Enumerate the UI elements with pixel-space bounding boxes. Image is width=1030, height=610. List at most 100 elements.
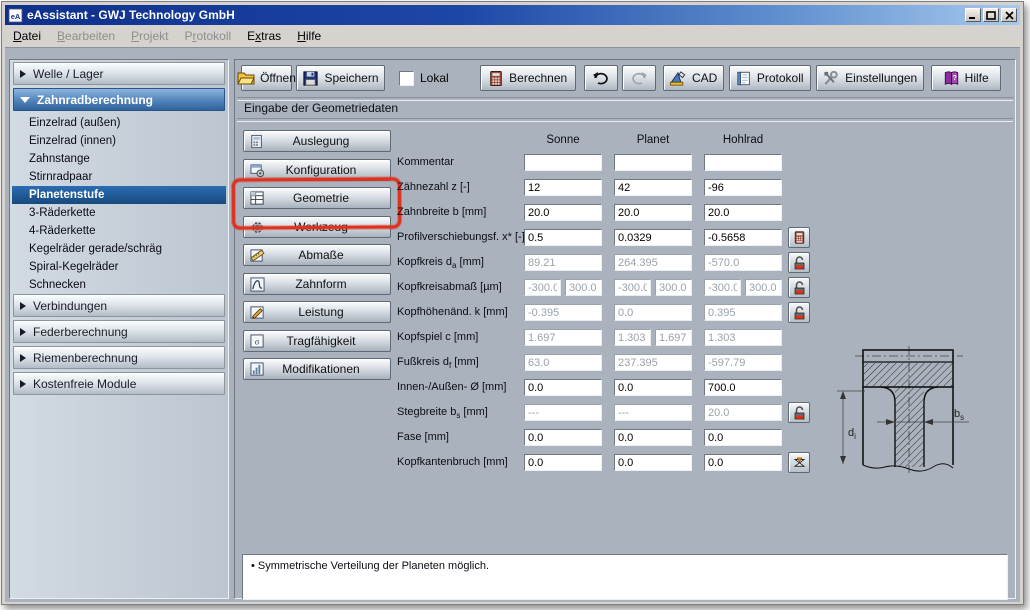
toothform-icon — [248, 276, 266, 292]
menu-extras[interactable]: Extras — [239, 27, 289, 46]
lock-icon — [792, 280, 807, 296]
field-kopfkreisabma-m-planet-0 — [614, 279, 651, 296]
sidebar-item-schnecken[interactable]: Schnecken — [12, 276, 226, 294]
lock-button-kopfkreis-d[interactable] — [788, 252, 810, 273]
field-kopfkantenbruch-mm-sonne[interactable] — [524, 454, 602, 471]
nav-zahnform-button[interactable]: Zahnform — [243, 273, 391, 295]
field-profilverschiebungsf-x-sonne[interactable] — [524, 229, 602, 246]
lokal-checkbox[interactable] — [399, 71, 414, 86]
field-kopfkreisabma-m-hohlrad-0 — [704, 279, 741, 296]
field-profilverschiebungsf-x-planet[interactable] — [614, 229, 692, 246]
field-fu-kreis-d-hohlrad — [704, 354, 782, 371]
sidebar-item-stirnradpaar[interactable]: Stirnradpaar — [12, 168, 226, 186]
toolbar-berechnen-button[interactable]: Berechnen — [480, 65, 576, 91]
nav-werkzeug-button[interactable]: Werkzeug — [243, 216, 391, 238]
sidebar-item-einzelrad-au-en[interactable]: Einzelrad (außen) — [12, 114, 226, 132]
field-z-hnezahl-z-sonne[interactable] — [524, 179, 602, 196]
sidebar-item-4-r-derkette[interactable]: 4-Räderkette — [12, 222, 226, 240]
field-kommentar-planet[interactable] — [614, 154, 692, 171]
sidebar-section-label: Riemenberechnung — [33, 351, 138, 365]
field-fase-mm-hohlrad[interactable] — [704, 429, 782, 446]
redo-arrow-icon — [630, 71, 648, 85]
nav-abma-e-button[interactable]: Abmaße — [243, 244, 391, 266]
field-kommentar-sonne[interactable] — [524, 154, 602, 171]
sidebar-section-riemenberechnung[interactable]: Riemenberechnung — [13, 346, 225, 369]
sidebar-item-spiral-kegelr-der[interactable]: Spiral-Kegelräder — [12, 258, 226, 276]
field-kopfkantenbruch-mm-hohlrad[interactable] — [704, 454, 782, 471]
nav-auslegung-button[interactable]: Auslegung — [243, 130, 391, 152]
field-innen-au-en-mm-planet[interactable] — [614, 379, 692, 396]
sidebar-section-kostenfreie-module[interactable]: Kostenfreie Module — [13, 372, 225, 395]
close-button[interactable] — [1001, 8, 1017, 22]
sidebar-navigation: Welle / Lager Zahnradberechnung Einzelrad … — [9, 59, 229, 599]
sidebar-section-verbindungen[interactable]: Verbindungen — [13, 294, 225, 317]
save-floppy-icon — [302, 70, 319, 87]
row-label-profilverschiebungsf-x: Profilverschiebungsf. x* [-] — [397, 229, 525, 247]
maximize-button[interactable] — [983, 8, 999, 22]
toolbar-speichern-button[interactable]: Speichern — [296, 65, 385, 91]
chamfer-button-kopfkantenbruch-mm[interactable] — [788, 452, 810, 473]
triangle-collapsed-icon — [20, 328, 26, 336]
toolbar-ffnen-button[interactable]: Öffnen — [241, 65, 292, 91]
window-title: eAssistant - GWJ Technology GmbH — [27, 8, 963, 22]
row-label-innen-au-en-mm: Innen-/Außen- Ø [mm] — [397, 379, 525, 397]
field-innen-au-en-mm-sonne[interactable] — [524, 379, 602, 396]
nav-tragf-higkeit-button[interactable]: σTragfähigkeit — [243, 330, 391, 352]
sidebar-section-welle-lager[interactable]: Welle / Lager — [13, 62, 225, 85]
field-stegbreite-b-planet — [614, 404, 692, 421]
lock-button-stegbreite-b[interactable] — [788, 402, 810, 423]
field-profilverschiebungsf-x-hohlrad[interactable] — [704, 229, 782, 246]
field-zahnbreite-b-mm-hohlrad[interactable] — [704, 204, 782, 221]
sidebar-item-einzelrad-innen[interactable]: Einzelrad (innen) — [12, 132, 226, 150]
sidebar-item-kegelr-der-gerade-schr-g[interactable]: Kegelräder gerade/schräg — [12, 240, 226, 258]
field-fu-kreis-d-planet — [614, 354, 692, 371]
field-z-hnezahl-z-hohlrad[interactable] — [704, 179, 782, 196]
sidebar-item-zahnstange[interactable]: Zahnstange — [12, 150, 226, 168]
cad-setsquare-icon — [669, 70, 687, 87]
lock-button-kopfh-hen-nd-k-mm[interactable] — [788, 302, 810, 323]
nav-konfiguration-button[interactable]: Konfiguration — [243, 159, 391, 181]
field-zahnbreite-b-mm-planet[interactable] — [614, 204, 692, 221]
nav-modifikationen-button[interactable]: Modifikationen — [243, 358, 391, 380]
toolbar-button-label: Berechnen — [509, 71, 567, 85]
nav-geometrie-button[interactable]: Geometrie — [243, 187, 391, 209]
field-innen-au-en-mm-hohlrad[interactable] — [704, 379, 782, 396]
undo-button[interactable] — [584, 65, 618, 91]
field-kommentar-hohlrad[interactable] — [704, 154, 782, 171]
row-label-fu-kreis-d: Fußkreis df [mm] — [397, 354, 525, 372]
field-kopfkantenbruch-mm-planet[interactable] — [614, 454, 692, 471]
field-zahnbreite-b-mm-sonne[interactable] — [524, 204, 602, 221]
menu-projekt[interactable]: Projekt — [123, 27, 176, 46]
sidebar-item-3-r-derkette[interactable]: 3-Räderkette — [12, 204, 226, 222]
field-z-hnezahl-z-planet[interactable] — [614, 179, 692, 196]
menu-hilfe[interactable]: Hilfe — [289, 27, 329, 46]
sidebar-section-federberechnung[interactable]: Federberechnung — [13, 320, 225, 343]
sidebar-item-planetenstufe[interactable]: Planetenstufe — [12, 186, 226, 204]
calculator-button-profilverschiebungsf-x[interactable] — [788, 227, 810, 248]
toolbar-hilfe-button[interactable]: ?Hilfe — [931, 65, 1001, 91]
minimize-button[interactable] — [965, 8, 981, 22]
field-fase-mm-sonne[interactable] — [524, 429, 602, 446]
titlebar[interactable]: eA eAssistant - GWJ Technology GmbH — [5, 5, 1020, 25]
row-label-stegbreite-b: Stegbreite bs [mm] — [397, 404, 525, 422]
row-label-kopfkantenbruch-mm: Kopfkantenbruch [mm] — [397, 454, 525, 472]
field-fase-mm-planet[interactable] — [614, 429, 692, 446]
menu-protokoll[interactable]: Protokoll — [176, 27, 239, 46]
field-kopfspiel-c-mm-planet-0 — [614, 329, 651, 346]
field-kopfkreisabma-m-planet-1 — [655, 279, 692, 296]
field-fu-kreis-d-sonne — [524, 354, 602, 371]
row-label-kopfkreisabma-m: Kopfkreisabmaß [µm] — [397, 279, 525, 297]
lock-button-kopfkreisabma-m[interactable] — [788, 277, 810, 298]
menu-datei[interactable]: Datei — [5, 27, 49, 46]
nav-leistung-button[interactable]: Leistung — [243, 301, 391, 323]
toolbar-einstellungen-button[interactable]: Einstellungen — [816, 65, 924, 91]
lock-icon — [792, 405, 807, 421]
redo-button[interactable] — [622, 65, 656, 91]
toolbar-protokoll-button[interactable]: Protokoll — [729, 65, 811, 91]
menu-bearbeiten[interactable]: Bearbeiten — [49, 27, 123, 46]
toolbar-cad-button[interactable]: CAD — [663, 65, 724, 91]
field-kopfh-hen-nd-k-mm-hohlrad — [704, 304, 782, 321]
nav-button-label: Modifikationen — [266, 362, 376, 376]
row-label-fase-mm: Fase [mm] — [397, 429, 525, 447]
sidebar-section-zahnradberechnung[interactable]: Zahnradberechnung — [13, 88, 225, 111]
